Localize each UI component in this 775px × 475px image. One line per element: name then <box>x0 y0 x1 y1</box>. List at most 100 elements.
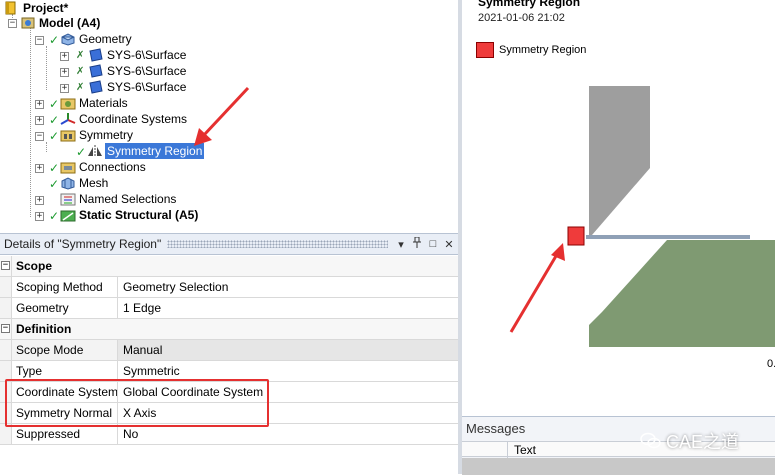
tree-label: Geometry <box>79 32 132 46</box>
property-row[interactable]: Scope Mode Manual <box>0 340 458 361</box>
symmetry-folder-icon <box>60 128 76 142</box>
section-definition[interactable]: − Definition <box>0 319 458 340</box>
tree-label: Project* <box>23 1 69 15</box>
property-key: Geometry <box>12 298 118 318</box>
expand-toggle[interactable]: + <box>35 116 44 125</box>
tree-item-symmetry-region[interactable]: Symmetry Region <box>86 142 206 160</box>
check-icon: ✓ <box>76 145 87 159</box>
tree-label: Materials <box>79 96 128 110</box>
check-icon: ✓ <box>49 177 60 191</box>
collapse-toggle[interactable]: − <box>35 36 44 45</box>
expand-toggle[interactable]: + <box>35 196 44 205</box>
surface-body-icon <box>88 48 104 62</box>
named-selections-icon <box>60 192 76 206</box>
panel-grip[interactable] <box>167 240 388 248</box>
property-value[interactable]: Global Coordinate System <box>118 382 458 402</box>
tree-item-project[interactable]: Project* <box>4 0 68 16</box>
property-key: Coordinate System <box>12 382 118 402</box>
check-icon: ✓ <box>49 209 60 223</box>
scale-label: 0. <box>767 358 775 370</box>
tree-item-model[interactable]: Model (A4) <box>20 15 100 31</box>
tree-item-surface[interactable]: SYS-6\Surface <box>88 79 186 95</box>
column-header-text[interactable]: Text <box>514 443 536 457</box>
check-icon: ✓ <box>49 33 60 47</box>
status-icon: ✗ <box>76 66 85 77</box>
section-label: Definition <box>16 322 72 336</box>
static-structural-icon <box>60 208 76 222</box>
tree-label: Coordinate Systems <box>79 112 188 126</box>
property-row[interactable]: Type Symmetric <box>0 361 458 382</box>
watermark: CAE之道 <box>640 428 739 454</box>
tree-label: SYS-6\Surface <box>107 80 187 94</box>
tree-label: SYS-6\Surface <box>107 48 187 62</box>
tree-item-surface[interactable]: SYS-6\Surface <box>88 47 186 63</box>
property-value[interactable]: Symmetric <box>118 361 458 381</box>
expand-toggle[interactable]: + <box>60 84 69 93</box>
property-row[interactable]: Symmetry Normal X Axis <box>0 403 458 424</box>
collapse-toggle[interactable]: − <box>1 261 10 270</box>
surface-body-icon <box>88 64 104 78</box>
tree-item-connections[interactable]: Connections <box>60 159 146 175</box>
tree-item-materials[interactable]: Materials <box>60 95 128 111</box>
dropdown-icon[interactable]: ▾ <box>394 238 408 251</box>
tree-item-named-selections[interactable]: Named Selections <box>60 191 176 207</box>
outline-tree: Project* − Model (A4) − ✓ Geometry + ✗ S… <box>0 0 460 232</box>
property-value[interactable]: 1 Edge <box>118 298 458 318</box>
details-grid: − Scope Scoping Method Geometry Selectio… <box>0 256 458 445</box>
messages-list[interactable] <box>462 458 775 475</box>
collapse-toggle[interactable]: − <box>35 132 44 141</box>
property-value[interactable]: Manual <box>118 340 458 360</box>
tree-label: SYS-6\Surface <box>107 64 187 78</box>
property-value[interactable]: Geometry Selection <box>118 277 458 297</box>
tree-connector <box>46 46 47 90</box>
geometry-icon <box>60 32 76 46</box>
expand-toggle[interactable]: + <box>60 68 69 77</box>
tree-connector <box>46 142 47 152</box>
property-key: Suppressed <box>12 424 118 444</box>
maximize-icon[interactable]: □ <box>426 238 440 250</box>
pin-icon[interactable] <box>410 236 424 251</box>
surface-body-icon <box>88 80 104 94</box>
property-row[interactable]: Geometry 1 Edge <box>0 298 458 319</box>
close-icon[interactable]: ✕ <box>442 238 456 251</box>
collapse-toggle[interactable]: − <box>8 19 17 28</box>
coordinate-axes-icon <box>60 112 76 126</box>
expand-toggle[interactable]: + <box>35 212 44 221</box>
property-key: Scope Mode <box>12 340 118 360</box>
check-icon: ✓ <box>49 113 60 127</box>
details-panel-header: Details of "Symmetry Region" ▾ □ ✕ <box>0 233 458 255</box>
tree-item-surface[interactable]: SYS-6\Surface <box>88 63 186 79</box>
tree-label: Static Structural (A5) <box>79 208 199 222</box>
messages-title: Messages <box>466 421 526 436</box>
tree-item-coordinate-systems[interactable]: Coordinate Systems <box>60 111 187 127</box>
details-title: Details of "Symmetry Region" <box>4 237 162 251</box>
tree-label: Model (A4) <box>39 16 101 30</box>
tree-item-symmetry[interactable]: Symmetry <box>60 127 133 143</box>
property-value[interactable]: X Axis <box>118 403 458 423</box>
tree-item-mesh[interactable]: Mesh <box>60 175 108 191</box>
check-icon: ✓ <box>49 129 60 143</box>
section-label: Scope <box>16 259 53 273</box>
tree-label: Mesh <box>79 176 109 190</box>
column-separator[interactable] <box>507 442 508 458</box>
property-row[interactable]: Coordinate System Global Coordinate Syst… <box>0 382 458 403</box>
mesh-icon <box>60 176 76 190</box>
property-row[interactable]: Suppressed No <box>0 424 458 445</box>
graphics-viewport[interactable]: Symmetry Region 2021-01-06 21:02 Symmetr… <box>462 0 775 416</box>
collapse-toggle[interactable]: − <box>1 324 10 333</box>
status-icon: ✗ <box>76 82 85 93</box>
check-icon: ✓ <box>49 161 60 175</box>
upper-part <box>589 86 650 235</box>
section-scope[interactable]: − Scope <box>0 256 458 277</box>
property-value[interactable]: No <box>118 424 458 444</box>
tree-item-static-structural[interactable]: Static Structural (A5) <box>60 207 198 223</box>
tree-item-geometry[interactable]: Geometry <box>60 31 132 47</box>
wechat-icon <box>640 432 662 450</box>
property-key: Symmetry Normal <box>12 403 118 423</box>
expand-toggle[interactable]: + <box>60 52 69 61</box>
expand-toggle[interactable]: + <box>35 164 44 173</box>
property-row[interactable]: Scoping Method Geometry Selection <box>0 277 458 298</box>
expand-toggle[interactable]: + <box>35 100 44 109</box>
model-geometry[interactable] <box>462 0 775 416</box>
tree-label-selected: Symmetry Region <box>103 142 206 160</box>
